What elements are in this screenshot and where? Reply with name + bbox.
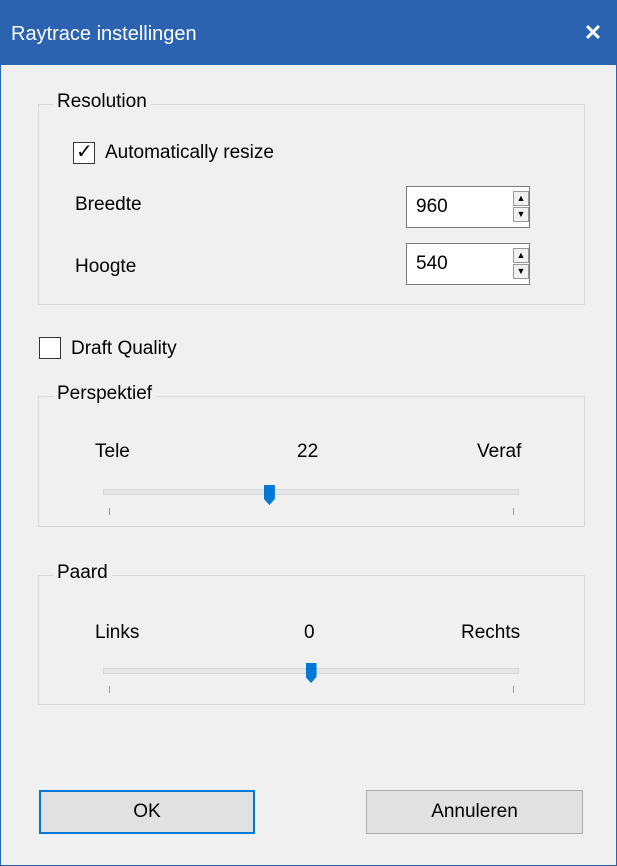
perspective-max-label: Veraf	[477, 441, 522, 462]
cancel-button[interactable]: Annuleren	[366, 790, 583, 834]
raytrace-settings-dialog: Raytrace instellingen ✕ Resolution ✓ Aut…	[0, 0, 617, 866]
resolution-legend: Resolution	[53, 91, 151, 113]
horse-min-label: Links	[95, 622, 140, 643]
perspective-legend: Perspektief	[53, 383, 157, 405]
height-spinbox[interactable]: 540 ▲ ▼	[406, 243, 530, 285]
arrow-down-icon[interactable]: ▼	[513, 264, 529, 279]
auto-resize-checkbox[interactable]: ✓	[73, 141, 95, 164]
perspective-value: 22	[297, 441, 319, 462]
auto-resize-label[interactable]: Automatically resize	[105, 142, 274, 164]
draft-quality-checkbox[interactable]	[39, 337, 61, 359]
width-value[interactable]: 960	[416, 196, 448, 218]
window-title: Raytrace instellingen	[11, 23, 197, 45]
perspective-tick-max	[513, 508, 514, 515]
width-spinbox[interactable]: 960 ▲ ▼	[406, 186, 530, 228]
horse-value: 0	[304, 622, 315, 643]
perspective-slider-track[interactable]	[103, 489, 519, 495]
perspective-min-label: Tele	[95, 441, 130, 462]
arrow-up-icon[interactable]: ▲	[513, 248, 529, 263]
horse-max-label: Rechts	[461, 622, 521, 643]
height-value[interactable]: 540	[416, 253, 448, 275]
ok-button[interactable]: OK	[39, 790, 255, 834]
horse-legend: Paard	[53, 562, 112, 584]
horse-tick-min	[109, 686, 110, 693]
height-label: Hoogte	[75, 256, 137, 277]
arrow-up-icon[interactable]: ▲	[513, 191, 529, 206]
perspective-tick-min	[109, 508, 110, 515]
title-bar[interactable]: Raytrace instellingen ✕	[1, 1, 616, 65]
width-label: Breedte	[75, 194, 142, 215]
close-icon[interactable]: ✕	[570, 1, 616, 65]
checkmark-icon: ✓	[76, 141, 93, 163]
draft-quality-label[interactable]: Draft Quality	[71, 338, 177, 360]
horse-tick-max	[513, 686, 514, 693]
arrow-down-icon[interactable]: ▼	[513, 207, 529, 222]
